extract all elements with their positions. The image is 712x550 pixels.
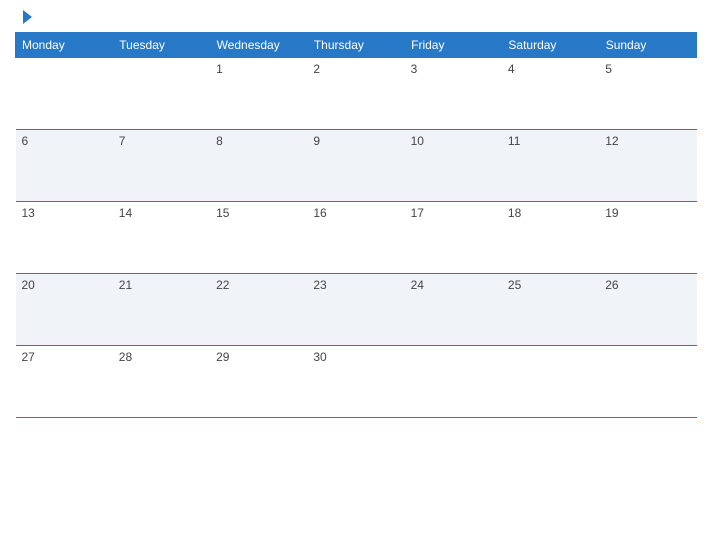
day-number: 4 <box>508 62 593 76</box>
calendar-cell: 30 <box>307 346 404 418</box>
weekday-header-row: MondayTuesdayWednesdayThursdayFridaySatu… <box>16 33 697 58</box>
day-number: 15 <box>216 206 301 220</box>
day-number: 9 <box>313 134 398 148</box>
day-number: 23 <box>313 278 398 292</box>
calendar-cell: 24 <box>405 274 502 346</box>
calendar-cell <box>16 58 113 130</box>
day-number: 25 <box>508 278 593 292</box>
calendar-cell: 13 <box>16 202 113 274</box>
day-number: 21 <box>119 278 204 292</box>
calendar-cell: 6 <box>16 130 113 202</box>
calendar-week-row: 6789 10 11 12 <box>16 130 697 202</box>
calendar-cell: 28 <box>113 346 210 418</box>
day-number: 26 <box>605 278 690 292</box>
weekday-header-monday: Monday <box>16 33 113 58</box>
calendar-cell: 17 <box>405 202 502 274</box>
calendar-cell: 16 <box>307 202 404 274</box>
logo-triangle-icon <box>23 10 32 24</box>
calendar-cell: 12 <box>599 130 696 202</box>
day-number: 6 <box>22 134 107 148</box>
day-number: 2 <box>313 62 398 76</box>
weekday-header-tuesday: Tuesday <box>113 33 210 58</box>
day-number: 12 <box>605 134 690 148</box>
calendar-cell: 2 <box>307 58 404 130</box>
calendar-cell: 19 <box>599 202 696 274</box>
day-number: 28 <box>119 350 204 364</box>
day-number: 30 <box>313 350 398 364</box>
day-number: 3 <box>411 62 496 76</box>
calendar-cell: 26 <box>599 274 696 346</box>
day-number: 11 <box>508 134 593 148</box>
weekday-header-sunday: Sunday <box>599 33 696 58</box>
calendar-cell: 10 <box>405 130 502 202</box>
day-number: 24 <box>411 278 496 292</box>
calendar-cell: 25 <box>502 274 599 346</box>
calendar-cell: 29 <box>210 346 307 418</box>
calendar-cell: 7 <box>113 130 210 202</box>
weekday-header-wednesday: Wednesday <box>210 33 307 58</box>
day-number: 5 <box>605 62 690 76</box>
weekday-header-friday: Friday <box>405 33 502 58</box>
calendar-header <box>15 10 697 24</box>
calendar-cell: 9 <box>307 130 404 202</box>
logo-blue-row <box>20 10 32 24</box>
day-number: 19 <box>605 206 690 220</box>
day-number: 7 <box>119 134 204 148</box>
calendar-cell <box>599 346 696 418</box>
calendar-week-row: 12345 <box>16 58 697 130</box>
weekday-header-thursday: Thursday <box>307 33 404 58</box>
calendar-cell: 4 <box>502 58 599 130</box>
calendar-week-row: 13 14 15 16 17 18 19 <box>16 202 697 274</box>
weekday-header-saturday: Saturday <box>502 33 599 58</box>
calendar-cell: 8 <box>210 130 307 202</box>
calendar-cell <box>405 346 502 418</box>
calendar-cell: 5 <box>599 58 696 130</box>
day-number: 18 <box>508 206 593 220</box>
calendar-grid: MondayTuesdayWednesdayThursdayFridaySatu… <box>15 32 697 418</box>
day-number: 22 <box>216 278 301 292</box>
calendar-cell: 23 <box>307 274 404 346</box>
calendar-cell: 11 <box>502 130 599 202</box>
day-number: 16 <box>313 206 398 220</box>
calendar-cell: 14 <box>113 202 210 274</box>
calendar-week-row: 20 21 22 23 24 25 26 <box>16 274 697 346</box>
day-number: 17 <box>411 206 496 220</box>
day-number: 20 <box>22 278 107 292</box>
calendar-cell: 15 <box>210 202 307 274</box>
calendar-cell: 3 <box>405 58 502 130</box>
calendar-week-row: 27 28 29 30 <box>16 346 697 418</box>
calendar-container: MondayTuesdayWednesdayThursdayFridaySatu… <box>0 0 712 550</box>
calendar-cell: 20 <box>16 274 113 346</box>
day-number: 10 <box>411 134 496 148</box>
day-number: 29 <box>216 350 301 364</box>
calendar-cell: 22 <box>210 274 307 346</box>
day-number: 8 <box>216 134 301 148</box>
day-number: 13 <box>22 206 107 220</box>
day-number: 14 <box>119 206 204 220</box>
calendar-cell <box>502 346 599 418</box>
calendar-cell: 18 <box>502 202 599 274</box>
calendar-cell: 21 <box>113 274 210 346</box>
day-number: 1 <box>216 62 301 76</box>
logo <box>20 10 32 24</box>
calendar-cell: 27 <box>16 346 113 418</box>
calendar-cell: 1 <box>210 58 307 130</box>
day-number: 27 <box>22 350 107 364</box>
calendar-cell <box>113 58 210 130</box>
